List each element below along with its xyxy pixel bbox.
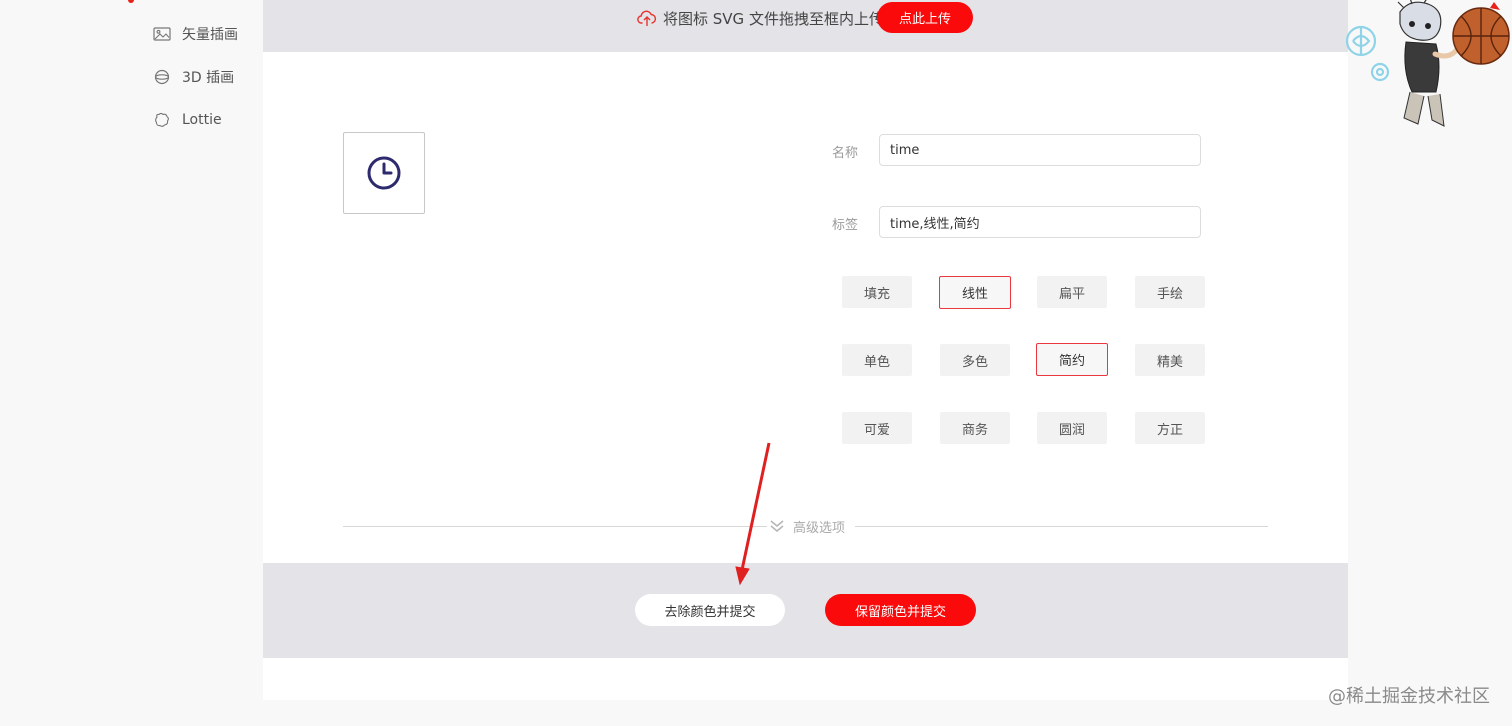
divider <box>855 526 1268 527</box>
name-label: 名称 <box>832 146 859 161</box>
remove-color-submit-button[interactable]: 去除颜色并提交 <box>635 594 785 626</box>
tag-rounded[interactable]: 圆润 <box>1037 412 1107 444</box>
tag-monochrome[interactable]: 单色 <box>842 344 912 376</box>
upload-drop-zone[interactable]: 将图标 SVG 文件拖拽至框内上传 点此上传 <box>263 0 1348 52</box>
advanced-options-toggle[interactable]: 高级选项 <box>769 516 845 536</box>
clock-icon <box>367 156 401 190</box>
active-indicator <box>128 0 134 3</box>
tag-exquisite[interactable]: 精美 <box>1135 344 1205 376</box>
divider <box>343 526 767 527</box>
icon-preview <box>343 132 425 214</box>
watermark: @稀土掘金技术社区 <box>1328 686 1490 707</box>
tags-input[interactable]: time,线性,简约 <box>879 206 1201 238</box>
double-chevron-down-icon <box>769 519 785 533</box>
sidebar-item-label: 矢量插画 <box>182 27 238 43</box>
sidebar-item-vector-illustration[interactable]: 矢量插画 <box>152 24 238 44</box>
tag-flat[interactable]: 扁平 <box>1037 276 1107 308</box>
tag-minimal[interactable]: 简约 <box>1036 343 1108 376</box>
tag-business[interactable]: 商务 <box>940 412 1010 444</box>
sidebar-item-label: 3D 插画 <box>182 70 235 86</box>
sphere-icon <box>152 67 172 87</box>
upload-message-text: 将图标 SVG 文件拖拽至框内上传 <box>663 9 884 28</box>
tags-label: 标签 <box>832 218 859 233</box>
sidebar: 矢量插画 3D 插画 Lottie <box>0 0 263 726</box>
tag-multicolor[interactable]: 多色 <box>940 344 1010 376</box>
sidebar-item-lottie[interactable]: Lottie <box>152 110 222 130</box>
upload-message: 将图标 SVG 文件拖拽至框内上传 <box>637 5 884 31</box>
cloud-upload-icon <box>637 9 657 27</box>
upload-button[interactable]: 点此上传 <box>877 2 973 33</box>
advanced-options-label: 高级选项 <box>793 520 846 536</box>
tag-linear[interactable]: 线性 <box>939 276 1011 309</box>
tag-hand-drawn[interactable]: 手绘 <box>1135 276 1205 308</box>
sidebar-item-label: Lottie <box>182 112 222 128</box>
upload-dialog: 将图标 SVG 文件拖拽至框内上传 点此上传 名称 time 标签 time,线… <box>263 0 1348 700</box>
mascot-illustration <box>1345 0 1510 127</box>
keep-color-submit-button[interactable]: 保留颜色并提交 <box>825 594 976 626</box>
tag-cute[interactable]: 可爱 <box>842 412 912 444</box>
lottie-icon <box>152 110 172 130</box>
sidebar-item-3d-illustration[interactable]: 3D 插画 <box>152 67 234 87</box>
image-icon <box>152 24 172 44</box>
tag-fill[interactable]: 填充 <box>842 276 912 308</box>
name-input[interactable]: time <box>879 134 1201 166</box>
action-bar: 去除颜色并提交 保留颜色并提交 <box>263 563 1348 658</box>
tag-square[interactable]: 方正 <box>1135 412 1205 444</box>
